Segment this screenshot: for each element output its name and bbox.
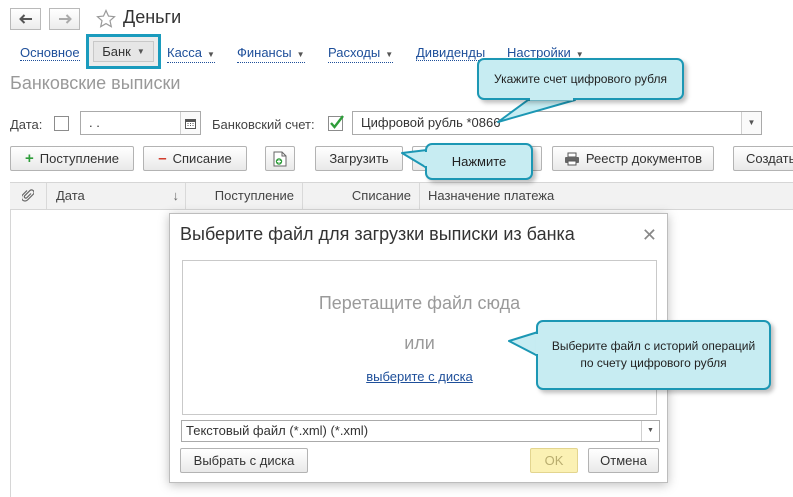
callout-pointer-file-cover <box>535 334 539 354</box>
